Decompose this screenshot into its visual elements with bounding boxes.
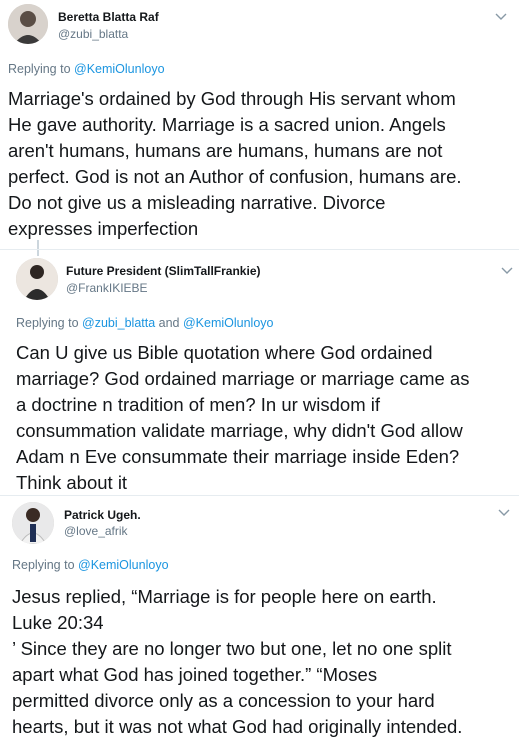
avatar[interactable] — [16, 258, 58, 300]
replying-to: Replying to @KemiOlunloyo — [8, 62, 165, 76]
replying-to: Replying to @zubi_blatta and @KemiOlunlo… — [16, 316, 274, 330]
user-photo-icon — [16, 258, 58, 300]
display-name[interactable]: Future President (SlimTallFrankie) — [66, 264, 260, 278]
display-name[interactable]: Patrick Ugeh. — [64, 508, 141, 522]
replying-prefix: Replying to — [8, 62, 75, 76]
avatar[interactable] — [12, 502, 54, 544]
tweet-1: Beretta Blatta Raf @zubi_blatta Replying… — [0, 0, 519, 250]
tweet-text: Marriage's ordained by God through His s… — [8, 88, 462, 239]
tweet-2: Future President (SlimTallFrankie) @Fran… — [0, 250, 519, 495]
tweet-text: Jesus replied, “Marriage is for people h… — [12, 586, 463, 737]
user-photo-icon — [12, 502, 54, 544]
mention-link[interactable]: @KemiOlunloyo — [183, 316, 274, 330]
user-handle[interactable]: @love_afrik — [64, 524, 128, 538]
replying-to: Replying to @KemiOlunloyo — [12, 558, 169, 572]
user-handle[interactable]: @FrankIKIEBE — [66, 281, 148, 295]
replying-prefix: Replying to — [12, 558, 79, 572]
mention-link[interactable]: @KemiOlunloyo — [78, 558, 169, 572]
chevron-down-icon[interactable] — [495, 12, 507, 22]
user-photo-icon — [8, 4, 48, 44]
user-handle[interactable]: @zubi_blatta — [58, 27, 128, 41]
mention-link[interactable]: @zubi_blatta — [82, 316, 155, 330]
mention-link[interactable]: @KemiOlunloyo — [74, 62, 165, 76]
replying-joiner: and — [155, 316, 183, 330]
avatar[interactable] — [8, 4, 48, 44]
tweet-3: Patrick Ugeh. @love_afrik Replying to @K… — [0, 496, 519, 753]
chevron-down-icon[interactable] — [498, 508, 510, 518]
replying-prefix: Replying to — [16, 316, 83, 330]
chevron-down-icon[interactable] — [501, 266, 513, 276]
tweet-text: Can U give us Bible quotation where God … — [16, 342, 470, 493]
display-name[interactable]: Beretta Blatta Raf — [58, 10, 159, 24]
